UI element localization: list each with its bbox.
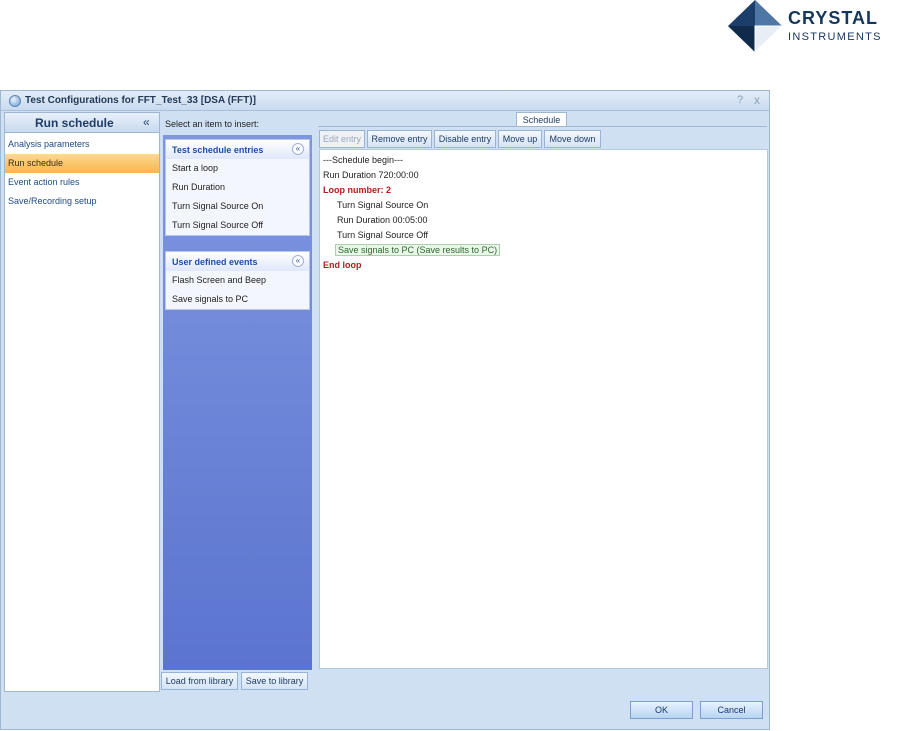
nav-item-save-recording-setup[interactable]: Save/Recording setup <box>5 192 159 211</box>
insert-flash-screen-beep[interactable]: Flash Screen and Beep <box>166 271 309 290</box>
insert-signal-source-off[interactable]: Turn Signal Source Off <box>166 216 309 235</box>
navigation-title: Run schedule <box>35 116 114 130</box>
group-title: User defined events <box>172 257 258 267</box>
nav-item-analysis-parameters[interactable]: Analysis parameters <box>5 135 159 154</box>
load-from-library-button[interactable]: Load from library <box>161 672 238 690</box>
collapse-panel-button[interactable]: « <box>143 115 150 129</box>
schedule-list[interactable]: ---Schedule begin--- Run Duration 720:00… <box>319 149 768 669</box>
window-title: Test Configurations for FFT_Test_33 [DSA… <box>25 95 256 106</box>
tab-schedule[interactable]: Schedule <box>516 112 567 127</box>
schedule-entry[interactable]: Turn Signal Source On <box>337 200 428 210</box>
ok-button[interactable]: OK <box>630 701 693 719</box>
tab-divider <box>318 126 767 127</box>
user-defined-events-group: User defined events « Flash Screen and B… <box>165 251 310 310</box>
schedule-entry[interactable]: Run Duration 720:00:00 <box>323 170 419 180</box>
group-header[interactable]: User defined events « <box>166 252 309 271</box>
schedule-entry[interactable]: Turn Signal Source Off <box>337 230 428 240</box>
test-schedule-entries-group: Test schedule entries « Start a loop Run… <box>165 139 310 236</box>
schedule-entry[interactable]: Run Duration 00:05:00 <box>337 215 428 225</box>
navigation-panel: Run schedule « Analysis parameters Run s… <box>4 112 160 692</box>
edit-entry-button[interactable]: Edit entry <box>319 130 365 148</box>
test-configuration-dialog: Test Configurations for FFT_Test_33 [DSA… <box>0 90 770 730</box>
chevron-up-icon[interactable]: « <box>292 255 304 267</box>
group-header[interactable]: Test schedule entries « <box>166 140 309 159</box>
logo-name: CRYSTAL <box>788 8 878 28</box>
app-icon <box>9 95 21 107</box>
chevron-up-icon[interactable]: « <box>292 143 304 155</box>
crystal-instruments-logo: CRYSTAL INSTRUMENTS <box>726 0 896 52</box>
loop-start-entry[interactable]: Loop number: 2 <box>323 185 391 195</box>
disable-entry-button[interactable]: Disable entry <box>434 130 496 148</box>
remove-entry-button[interactable]: Remove entry <box>367 130 432 148</box>
insert-items-panel: Test schedule entries « Start a loop Run… <box>163 135 312 670</box>
schedule-begin[interactable]: ---Schedule begin--- <box>323 155 403 165</box>
title-bar[interactable]: Test Configurations for FFT_Test_33 [DSA… <box>1 91 769 111</box>
insert-prompt: Select an item to insert: <box>165 119 260 129</box>
insert-start-loop[interactable]: Start a loop <box>166 159 309 178</box>
nav-item-run-schedule[interactable]: Run schedule <box>5 154 159 173</box>
move-down-button[interactable]: Move down <box>544 130 601 148</box>
insert-save-signals[interactable]: Save signals to PC <box>166 290 309 309</box>
close-button[interactable]: x <box>754 93 760 107</box>
move-up-button[interactable]: Move up <box>498 130 542 148</box>
nav-item-event-action-rules[interactable]: Event action rules <box>5 173 159 192</box>
insert-signal-source-on[interactable]: Turn Signal Source On <box>166 197 309 216</box>
help-button[interactable]: ? <box>737 94 743 106</box>
insert-run-duration[interactable]: Run Duration <box>166 178 309 197</box>
cancel-button[interactable]: Cancel <box>700 701 763 719</box>
save-to-library-button[interactable]: Save to library <box>241 672 308 690</box>
schedule-entry-selected[interactable]: Save signals to PC (Save results to PC) <box>335 244 501 256</box>
logo-diamond-icon <box>728 0 784 52</box>
navigation-header: Run schedule « <box>5 113 159 133</box>
group-title: Test schedule entries <box>172 145 264 155</box>
logo-subtitle: INSTRUMENTS <box>788 31 882 43</box>
loop-end-entry[interactable]: End loop <box>323 260 362 270</box>
